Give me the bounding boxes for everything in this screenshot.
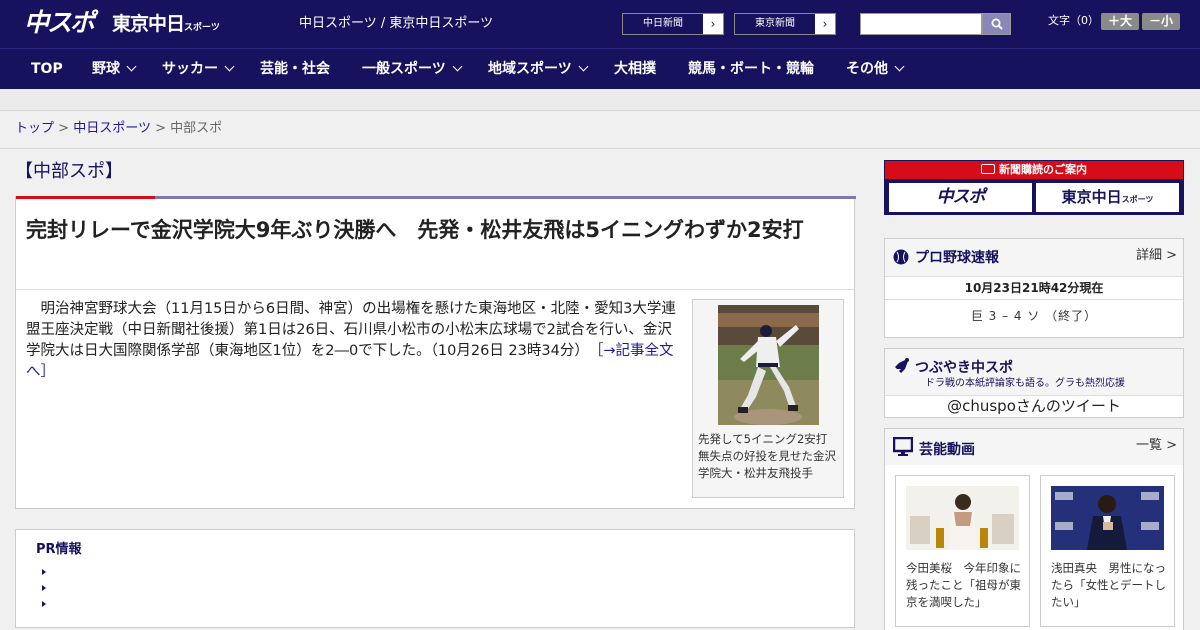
divider bbox=[16, 289, 854, 290]
video-caption: 今田美桜 今年印象に残ったこと「祖母が東京を満喫した」 bbox=[906, 561, 1021, 609]
megaphone-icon bbox=[895, 358, 909, 373]
chevron-down-icon bbox=[894, 61, 905, 72]
nav-label: TOP bbox=[31, 61, 63, 77]
video-title: 芸能動画 bbox=[919, 442, 975, 458]
nav-item-baseball[interactable]: 野球 bbox=[92, 49, 137, 90]
article-body: 明治神宮野球大会（11月15日から6日間、神宮）の出場権を懸けた東海地区・北陸・… bbox=[26, 299, 682, 383]
score-result[interactable]: 巨 3 – 4 ソ （終了） bbox=[885, 308, 1183, 324]
nav-item-entertainment[interactable]: 芸能・社会 bbox=[260, 49, 330, 90]
chevron-down-icon bbox=[578, 61, 589, 72]
video-caption: 浅田真央 男性になったら「女性とデートしたい」 bbox=[1051, 561, 1166, 609]
search-input[interactable] bbox=[860, 13, 982, 35]
video-card[interactable]: 浅田真央 男性になったら「女性とデートしたい」 bbox=[1040, 475, 1175, 627]
tokyo-shimbun-label: 東京新聞 bbox=[735, 14, 815, 34]
video-header: 芸能動画 一覧 > bbox=[885, 429, 1183, 465]
entertainment-video-widget: 芸能動画 一覧 > 今田美桜 今年印象に残ったこと「祖母が東京を満喫した」 浅田… bbox=[884, 428, 1184, 630]
chevron-down-icon bbox=[452, 61, 463, 72]
bullet-icon bbox=[42, 569, 46, 575]
nav-item-other[interactable]: その他 bbox=[846, 49, 905, 90]
bullet-icon bbox=[42, 601, 46, 607]
chunichi-shimbun-link[interactable]: 中日新聞 › bbox=[622, 13, 724, 35]
article-photo[interactable] bbox=[718, 305, 819, 425]
search-button[interactable] bbox=[982, 13, 1011, 35]
photo-caption: 先発して5イニング2安打無失点の好投を見せた金沢学院大・松井友飛投手 bbox=[698, 432, 836, 480]
nav-item-regional-sports[interactable]: 地域スポーツ bbox=[488, 49, 589, 90]
nav-label: 一般スポーツ bbox=[362, 61, 446, 77]
nav-item-soccer[interactable]: サッカー bbox=[162, 49, 235, 90]
subscription-label: 新聞購読のご案内 bbox=[999, 163, 1087, 176]
subscription-banner[interactable]: 新聞購読のご案内 中スポ 東京中日スポーツ bbox=[884, 160, 1184, 215]
twitter-subtitle: ドラ戦の本紙評論家も語る。グラも熱烈応援 bbox=[925, 378, 1125, 389]
subscribe-chuspo-logo[interactable]: 中スポ bbox=[889, 183, 1032, 212]
pro-baseball-detail-link[interactable]: 詳細 > bbox=[1136, 248, 1177, 264]
breadcrumb-separator: > bbox=[58, 121, 70, 136]
tokyo-logo-sub: スポーツ bbox=[184, 23, 220, 33]
site-header: 中スポ 東京中日スポーツ 中日スポーツ / 東京中日スポーツ 中日新聞 › 東京… bbox=[0, 0, 1200, 48]
article-photo-frame: 先発して5イニング2安打無失点の好投を見せた金沢学院大・松井友飛投手 bbox=[692, 299, 844, 498]
chuspo-logo[interactable]: 中スポ bbox=[24, 8, 95, 38]
breadcrumb-top[interactable]: トップ bbox=[15, 121, 54, 136]
search-icon bbox=[991, 18, 1003, 30]
title-accent-blue bbox=[155, 196, 856, 199]
chevron-right-icon: › bbox=[815, 14, 835, 34]
nav-label: その他 bbox=[846, 61, 888, 77]
nav-item-general-sports[interactable]: 一般スポーツ bbox=[362, 49, 463, 90]
nav-label: 芸能・社会 bbox=[260, 61, 330, 77]
video-card[interactable]: 今田美桜 今年印象に残ったこと「祖母が東京を満喫した」 bbox=[895, 475, 1030, 627]
nav-label: 大相撲 bbox=[614, 61, 656, 77]
font-size-label: 文字（0） bbox=[1048, 14, 1099, 27]
nav-label: サッカー bbox=[162, 61, 218, 77]
twitter-header: つぶやき中スポ ドラ戦の本紙評論家も語る。グラも熱烈応援 bbox=[885, 349, 1183, 395]
chunichi-shimbun-label: 中日新聞 bbox=[623, 14, 703, 34]
video-thumbnail bbox=[1051, 486, 1164, 550]
font-bigger-button[interactable]: ＋大 bbox=[1101, 13, 1139, 30]
nav-label: 野球 bbox=[92, 61, 120, 77]
breadcrumb-chunichi-sports[interactable]: 中日スポーツ bbox=[73, 121, 151, 136]
header-spacer bbox=[0, 89, 1200, 111]
chevron-down-icon bbox=[126, 61, 137, 72]
breadcrumb-current: 中部スポ bbox=[170, 121, 223, 136]
tokyo-logo-main: 東京中日 bbox=[112, 13, 185, 35]
pro-baseball-header: プロ野球速報 詳細 > bbox=[885, 239, 1183, 276]
subscribe-tokyo-logo[interactable]: 東京中日スポーツ bbox=[1036, 183, 1179, 212]
title-accent-red bbox=[16, 196, 155, 199]
pro-baseball-widget: プロ野球速報 詳細 > 10月23日21時42分現在 巨 3 – 4 ソ （終了… bbox=[884, 238, 1184, 338]
twitter-title: つぶやき中スポ bbox=[915, 360, 1013, 376]
nav-label: 競馬・ボート・競輪 bbox=[688, 61, 814, 77]
tokyo-chunichi-logo[interactable]: 東京中日スポーツ bbox=[112, 12, 220, 40]
section-title: 【中部スポ】 bbox=[15, 161, 123, 182]
nav-label: 地域スポーツ bbox=[488, 61, 572, 77]
nav-item-sumo[interactable]: 大相撲 bbox=[614, 49, 656, 90]
twitter-widget: つぶやき中スポ ドラ戦の本紙評論家も語る。グラも熱烈応援 @chuspoさんのツ… bbox=[884, 348, 1184, 418]
breadcrumb: トップ > 中日スポーツ > 中部スポ bbox=[15, 121, 222, 137]
font-smaller-button[interactable]: －小 bbox=[1142, 13, 1180, 30]
subscribe-tokyo-sub: スポーツ bbox=[1121, 195, 1154, 204]
video-thumbnail bbox=[906, 486, 1019, 550]
score-timestamp: 10月23日21時42分現在 bbox=[885, 276, 1183, 300]
twitter-timeline-link[interactable]: @chuspoさんのツイート bbox=[885, 395, 1183, 417]
site-links[interactable]: 中日スポーツ / 東京中日スポーツ bbox=[299, 16, 493, 32]
pr-section: PR情報 bbox=[15, 529, 855, 628]
breadcrumb-separator: > bbox=[155, 121, 166, 136]
monitor-icon bbox=[893, 437, 913, 456]
video-list-link[interactable]: 一覧 > bbox=[1136, 438, 1177, 454]
baseball-icon bbox=[893, 249, 909, 265]
article: 完封リレーで金沢学院大9年ぶり決勝へ 先発・松井友飛は5イニングわずか2安打 明… bbox=[15, 196, 856, 509]
nav-item-top[interactable]: TOP bbox=[31, 49, 63, 90]
chevron-down-icon bbox=[224, 61, 235, 72]
subscribe-tokyo-main: 東京中日 bbox=[1061, 188, 1122, 206]
pro-baseball-title: プロ野球速報 bbox=[915, 250, 999, 266]
article-summary: 明治神宮野球大会（11月15日から6日間、神宮）の出場権を懸けた東海地区・北陸・… bbox=[26, 301, 676, 359]
article-headline: 完封リレーで金沢学院大9年ぶり決勝へ 先発・松井友飛は5イニングわずか2安打 bbox=[26, 218, 804, 242]
main-nav: TOP 野球 サッカー 芸能・社会 一般スポーツ 地域スポーツ 大相撲 競馬・ボ… bbox=[0, 48, 1200, 89]
subscription-banner-title: 新聞購読のご案内 bbox=[885, 161, 1183, 179]
pr-title: PR情報 bbox=[36, 542, 82, 557]
chevron-right-icon: › bbox=[703, 14, 723, 34]
tokyo-shimbun-link[interactable]: 東京新聞 › bbox=[734, 13, 836, 35]
nav-item-racing[interactable]: 競馬・ボート・競輪 bbox=[688, 49, 814, 90]
newspaper-icon bbox=[981, 164, 995, 174]
bullet-icon bbox=[42, 585, 46, 591]
